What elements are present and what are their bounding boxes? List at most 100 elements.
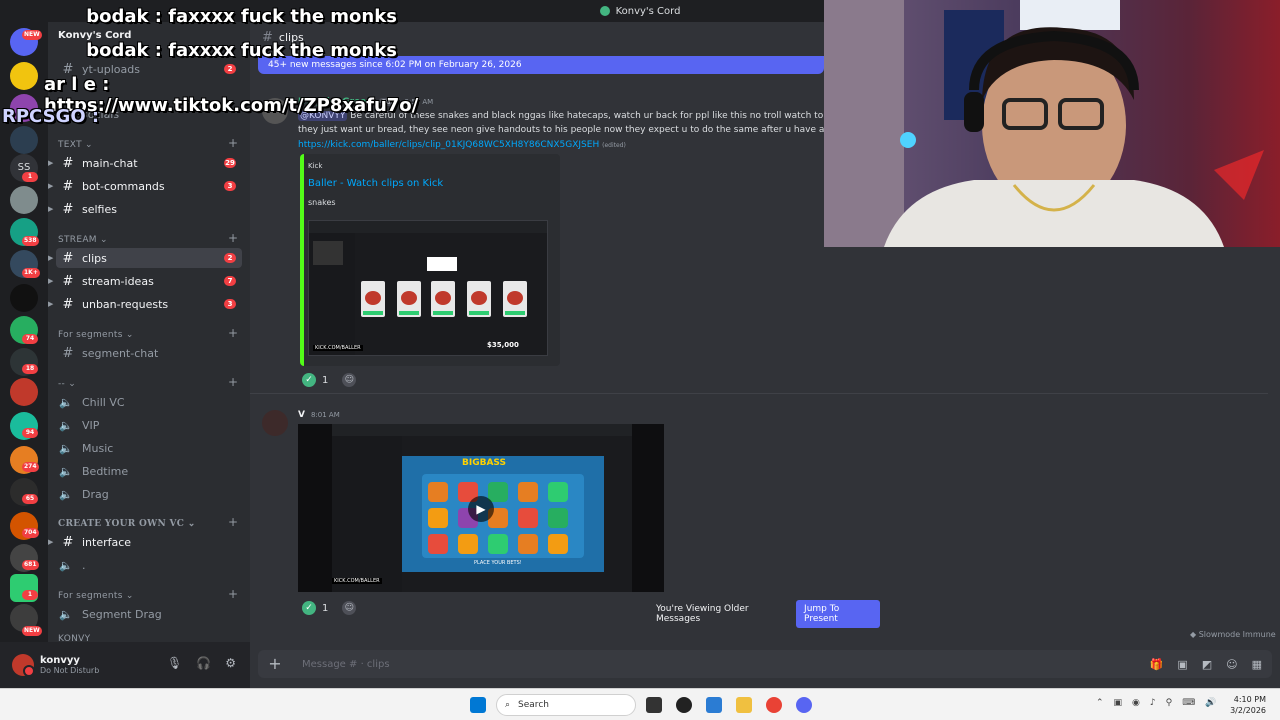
emoji-icon[interactable]: ☺	[1226, 658, 1237, 671]
message-input[interactable]: Message # · clips	[302, 659, 390, 670]
message-author[interactable]: V	[298, 410, 305, 420]
reaction-row: ✓ 1 ☺	[302, 601, 357, 615]
overlay-chat-line: ar l e : https://www.tiktok.com/t/ZP8xaf…	[44, 74, 464, 116]
discord-icon[interactable]	[796, 697, 812, 713]
channel-label: Music	[82, 441, 114, 455]
attach-plus-icon[interactable]: +	[266, 655, 284, 673]
server-icon[interactable]	[10, 378, 38, 406]
hash-icon: #	[62, 296, 74, 312]
play-icon[interactable]: ▶	[468, 496, 494, 522]
unread-indicator-icon: ▶	[48, 277, 54, 285]
avatar[interactable]	[12, 654, 35, 677]
add-channel-icon[interactable]: +	[228, 231, 238, 245]
server-badge: 1K+	[22, 268, 40, 278]
category-text[interactable]: TEXT ⌄	[58, 140, 93, 150]
channel-segment-chat[interactable]: # segment-chat	[56, 343, 242, 363]
app-icon[interactable]	[706, 697, 722, 713]
channel-clips[interactable]: ▶ # clips 2	[48, 248, 242, 268]
server-badge: 704	[22, 528, 39, 538]
voice-channel-chill-vc[interactable]: 🔈 Chill VC	[56, 392, 242, 412]
embed-thumbnail[interactable]: KICK.COM/BALLER $35,000	[308, 220, 548, 356]
server-badge: 94	[22, 428, 38, 438]
unread-indicator-icon: ▶	[48, 538, 54, 546]
channel-bot-commands[interactable]: ▶ # bot-commands 3	[48, 176, 242, 196]
voice-channel-music[interactable]: 🔈 Music	[56, 438, 242, 458]
category-segments-2[interactable]: For segments ⌄	[58, 591, 134, 601]
server-icon[interactable]	[10, 186, 38, 214]
hash-icon: #	[62, 273, 74, 289]
thumb-amount: $35,000	[487, 341, 519, 349]
edited-label: (edited)	[602, 142, 626, 149]
chrome-icon[interactable]	[766, 697, 782, 713]
link-embed: Kick Baller - Watch clips on Kick snakes…	[300, 154, 560, 366]
category-segments[interactable]: For segments ⌄	[58, 330, 134, 340]
add-channel-icon[interactable]: +	[228, 587, 238, 601]
gear-icon[interactable]: ⚙	[225, 656, 236, 670]
channel-selfies[interactable]: ▶ # selfies	[48, 199, 242, 219]
server-icon[interactable]	[10, 284, 38, 312]
obs-icon[interactable]	[676, 697, 692, 713]
check-reaction-icon[interactable]: ✓	[302, 601, 316, 615]
divider	[250, 393, 1268, 394]
channel-label: bot-commands	[82, 179, 165, 193]
channel-label: segment-chat	[82, 346, 159, 360]
overlay-user: ar l e :	[44, 74, 110, 95]
file-explorer-icon[interactable]	[736, 697, 752, 713]
server-badge: 18	[22, 364, 38, 374]
slowmode-label: Slowmode Immune	[1198, 630, 1276, 639]
user-status: Do Not Disturb	[40, 666, 100, 675]
add-reaction-icon[interactable]: ☺	[342, 373, 357, 387]
windows-start-icon[interactable]	[470, 697, 486, 713]
add-channel-icon[interactable]: +	[228, 375, 238, 389]
add-channel-icon[interactable]: +	[228, 326, 238, 340]
avatar[interactable]	[262, 410, 288, 436]
headphones-icon[interactable]: 🎧	[196, 656, 211, 670]
video-attachment[interactable]: BIGBASS PLACE YOUR BETS! KICK.COM/BALLER…	[298, 424, 664, 592]
add-channel-icon[interactable]: +	[228, 515, 238, 529]
voice-channel-segment-drag[interactable]: 🔈 Segment Drag	[56, 604, 242, 624]
thumb-browser-bar	[309, 221, 547, 233]
webcam-image	[824, 0, 1280, 247]
discord-logo-icon	[599, 6, 610, 16]
clip-link[interactable]: https://kick.com/baller/clips/clip_01KJQ…	[298, 140, 599, 150]
category-misc[interactable]: -- ⌄	[58, 379, 76, 389]
speaker-icon: 🔈	[59, 487, 73, 501]
category-stream[interactable]: STREAM ⌄	[58, 235, 108, 245]
reaction-row: ✓ 1 ☺	[302, 373, 357, 387]
taskbar-search[interactable]: ⌕ Search	[496, 694, 636, 716]
add-channel-icon[interactable]: +	[228, 136, 238, 150]
voice-channel-vip[interactable]: 🔈 VIP	[56, 415, 242, 435]
channel-unban-requests[interactable]: ▶ # unban-requests 3	[48, 294, 242, 314]
video-browser-bar	[332, 424, 632, 436]
message-line: Be careful of these snakes and black ngg…	[350, 111, 824, 121]
voice-channel-blank[interactable]: 🔈 .	[56, 555, 242, 575]
apps-icon[interactable]: ▦	[1252, 658, 1262, 671]
gif-icon[interactable]: ▣	[1177, 658, 1187, 671]
channel-label: stream-ideas	[82, 274, 154, 288]
search-icon: ⌕	[505, 700, 511, 710]
clock[interactable]: 4:10 PM 3/2/2026	[1230, 694, 1266, 716]
system-tray-icons[interactable]: ⌃▣◉♪⚲⌨🔊	[1096, 698, 1226, 708]
server-badge: NEW	[22, 626, 42, 636]
channel-stream-ideas[interactable]: ▶ # stream-ideas 7	[48, 271, 242, 291]
voice-channel-drag[interactable]: 🔈 Drag	[56, 484, 242, 504]
channel-interface[interactable]: ▶ # interface	[48, 532, 242, 552]
sticker-icon[interactable]: ◩	[1202, 658, 1212, 671]
slot-game: BIGBASS PLACE YOUR BETS!	[402, 456, 604, 572]
voice-channel-bedtime[interactable]: 🔈 Bedtime	[56, 461, 242, 481]
hash-icon: #	[62, 155, 74, 171]
server-badge: 1	[22, 172, 38, 182]
check-reaction-icon[interactable]: ✓	[302, 373, 316, 387]
embed-title[interactable]: Baller - Watch clips on Kick	[308, 178, 443, 189]
speaker-icon: 🔈	[59, 607, 73, 621]
category-create-vc[interactable]: CREATE YOUR OWN VC ⌄	[58, 519, 196, 529]
unread-indicator-icon: ▶	[48, 159, 54, 167]
add-reaction-icon[interactable]: ☺	[342, 601, 357, 615]
server-icon[interactable]	[10, 62, 38, 90]
jump-to-present-button[interactable]: Jump To Present	[796, 600, 880, 628]
microphone-icon[interactable]: 🎙	[167, 656, 182, 670]
task-view-icon[interactable]	[646, 697, 662, 713]
embed-description: snakes	[308, 198, 336, 207]
gift-icon[interactable]: 🎁	[1150, 658, 1164, 671]
channel-main-chat[interactable]: ▶ # main-chat 29	[48, 153, 242, 173]
